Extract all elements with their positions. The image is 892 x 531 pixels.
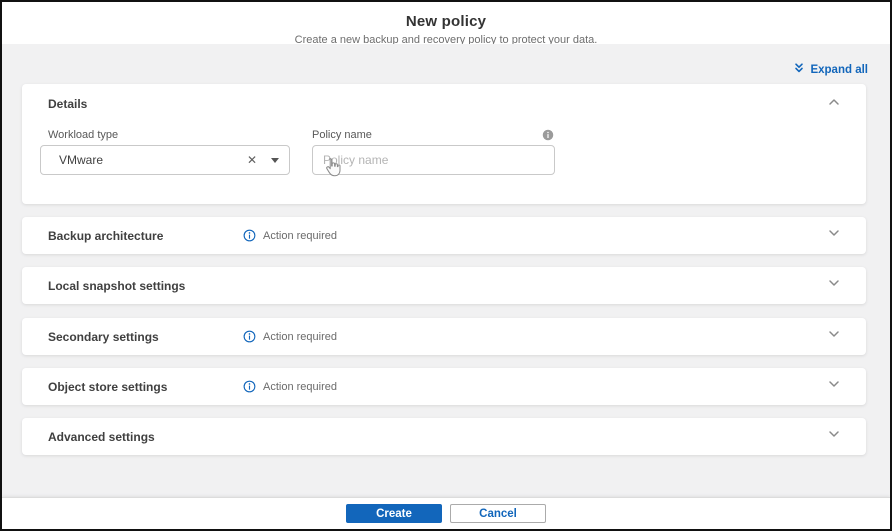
cancel-button[interactable]: Cancel [450,504,546,523]
expand-section-button[interactable] [824,225,844,245]
info-circle-icon [243,229,256,242]
section-object-store-settings[interactable]: Object store settings Action required [22,368,866,405]
expand-section-button[interactable] [824,426,844,446]
section-label: Local snapshot settings [48,278,186,293]
section-secondary-settings[interactable]: Secondary settings Action required [22,318,866,355]
section-local-snapshot-settings[interactable]: Local snapshot settings [22,267,866,304]
info-circle-icon [243,380,256,393]
chevron-down-icon [826,225,842,246]
expand-section-button[interactable] [824,326,844,346]
chevron-up-icon [826,94,842,115]
details-title: Details [48,97,88,111]
clear-selection-icon[interactable]: ✕ [241,154,263,166]
policy-name-input[interactable] [312,145,555,175]
dialog-footer: Create Cancel [2,497,890,529]
section-details: Details Workload type VMware ✕ Policy na… [22,84,866,204]
expand-section-button[interactable] [824,275,844,295]
double-chevron-down-icon [793,62,805,77]
create-button[interactable]: Create [346,504,442,523]
workload-type-select[interactable]: VMware ✕ [40,145,290,175]
chevron-down-icon [826,426,842,447]
section-label: Object store settings [48,379,168,394]
workload-type-label: Workload type [48,129,119,141]
page-title: New policy [405,13,487,30]
status-text: Action required [263,380,337,393]
chevron-down-icon [826,326,842,347]
section-label: Advanced settings [48,429,155,444]
section-label: Backup architecture [48,228,164,243]
workload-type-value: VMware [59,153,104,167]
expand-all-label: Expand all [810,63,868,76]
status-text: Action required [263,229,337,242]
policy-name-label: Policy name [312,129,372,141]
section-advanced-settings[interactable]: Advanced settings [22,418,866,455]
section-label: Secondary settings [48,329,159,344]
action-required-status: Action required [243,368,337,405]
action-required-status: Action required [243,318,337,355]
details-collapse-button[interactable] [824,94,844,114]
info-icon[interactable] [542,128,554,141]
info-circle-icon [243,330,256,343]
dialog-header: New policy Create a new backup and recov… [2,2,890,46]
chevron-down-icon [826,275,842,296]
new-policy-dialog: New policy Create a new backup and recov… [0,0,892,531]
expand-all-link[interactable]: Expand all [793,62,868,77]
action-required-status: Action required [243,217,337,254]
expand-section-button[interactable] [824,376,844,396]
caret-down-icon[interactable] [271,157,279,163]
section-backup-architecture[interactable]: Backup architecture Action required [22,217,866,254]
status-text: Action required [263,330,337,343]
chevron-down-icon [826,376,842,397]
